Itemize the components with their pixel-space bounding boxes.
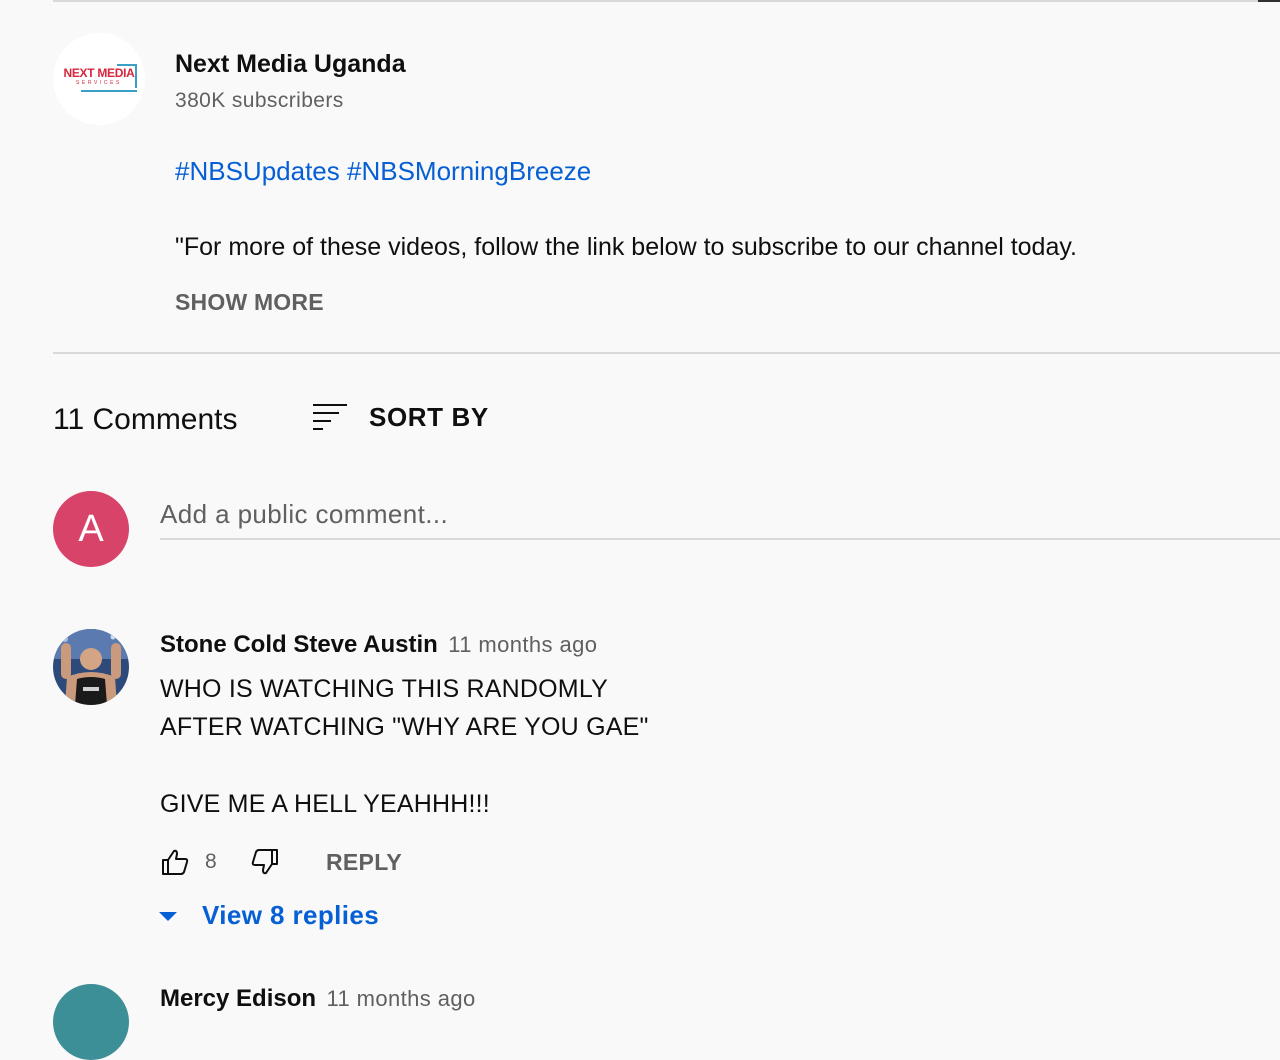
comment-timestamp[interactable]: 11 months ago [448, 632, 597, 657]
logo-subtext: SERVICES [76, 80, 122, 86]
thumbs-down-icon[interactable] [250, 847, 280, 877]
show-more-button[interactable]: SHOW MORE [175, 289, 324, 316]
channel-logo: NEXT MEDIA SERVICES [61, 64, 137, 94]
channel-name[interactable]: Next Media Uganda [175, 50, 406, 79]
comment-header: Mercy Edison 11 months ago [160, 985, 476, 1013]
channel-avatar[interactable]: NEXT MEDIA SERVICES [53, 33, 145, 125]
view-replies-label: View 8 replies [202, 900, 380, 930]
reply-button[interactable]: REPLY [326, 849, 402, 876]
commenter-avatar[interactable] [53, 984, 129, 1060]
description-text: "For more of these videos, follow the li… [175, 233, 1077, 261]
subscriber-count: 380K subscribers [175, 89, 344, 112]
sort-by-button[interactable]: SORT BY [312, 398, 489, 436]
like-count: 8 [205, 850, 217, 873]
logo-text: NEXT MEDIA [63, 66, 135, 80]
sort-by-label: SORT BY [369, 401, 489, 432]
sort-icon [313, 404, 347, 430]
commenter-avatar[interactable] [53, 629, 129, 705]
commenter-photo [53, 629, 129, 705]
description-hashtags: #NBSUpdates #NBSMorningBreeze [175, 156, 591, 187]
comment-author[interactable]: Stone Cold Steve Austin [160, 631, 438, 658]
avatar-initial: A [78, 507, 104, 550]
thumbs-up-icon[interactable] [160, 847, 190, 877]
hashtag-link[interactable]: #NBSUpdates [175, 156, 340, 186]
view-replies-button[interactable]: View 8 replies [158, 900, 379, 931]
top-corner-edge [1258, 0, 1280, 2]
comments-count: 11 Comments [53, 403, 238, 436]
comment-text-line: GIVE ME A HELL YEAHHH!!! [160, 790, 490, 818]
comment-text-line: WHO IS WATCHING THIS RANDOMLY [160, 675, 608, 703]
user-avatar[interactable]: A [53, 491, 129, 567]
add-comment-input[interactable] [160, 490, 1280, 540]
comment-text-line: AFTER WATCHING "WHY ARE YOU GAE" [160, 713, 649, 741]
hashtag-link[interactable]: #NBSMorningBreeze [347, 156, 591, 186]
logo-frame-bottom [81, 90, 137, 92]
top-divider [53, 0, 1280, 2]
caret-down-icon [159, 911, 177, 921]
comment-header: Stone Cold Steve Austin 11 months ago [160, 631, 597, 659]
section-divider [53, 352, 1280, 354]
